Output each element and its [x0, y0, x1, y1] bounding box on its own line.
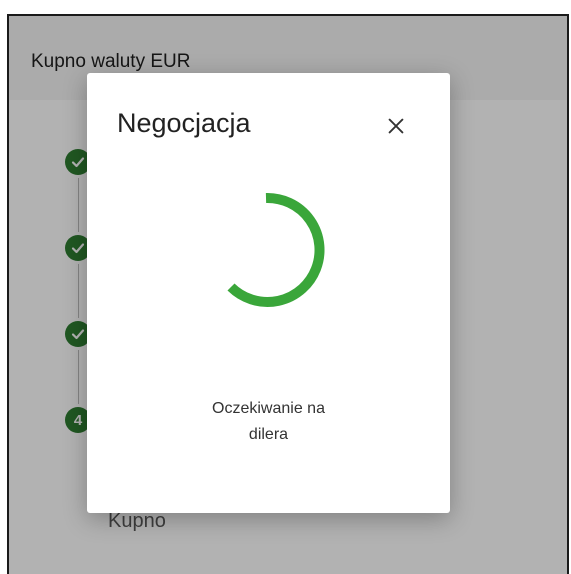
status-message: Oczekiwanie na dilera: [147, 396, 390, 448]
close-button[interactable]: [384, 114, 408, 138]
status-line-2: dilera: [248, 426, 289, 443]
app-frame: Kupno waluty EUR 4 Kupno Negocjacja Ocze…: [7, 14, 569, 574]
status-line-1: Oczekiwanie na: [212, 400, 325, 417]
dialog-title: Negocjacja: [117, 108, 251, 138]
negotiation-dialog: Negocjacja Oczekiwanie na dilera: [87, 73, 450, 513]
close-icon: [388, 118, 404, 134]
loading-spinner-icon: [227, 192, 325, 307]
